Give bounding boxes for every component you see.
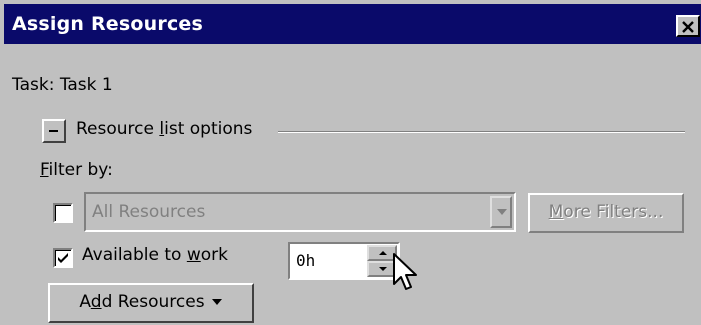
- more-filters-button[interactable]: More Filters...: [528, 193, 684, 233]
- checkmark-icon: [58, 253, 68, 263]
- filter-by-label: Filter by:: [40, 160, 113, 180]
- filter-combo[interactable]: All Resources: [84, 192, 516, 232]
- title-bar[interactable]: Assign Resources: [4, 4, 701, 44]
- assign-resources-dialog: Assign Resources Task: Task 1 Resource l…: [0, 0, 701, 325]
- arrow-down-icon: [379, 267, 387, 271]
- mouse-cursor-icon: [393, 253, 417, 290]
- available-to-work-label: Available to work: [82, 245, 228, 265]
- available-to-work-checkbox[interactable]: [53, 248, 73, 268]
- group-divider: [278, 131, 685, 133]
- minus-icon: [49, 130, 58, 132]
- available-hours-value: 0h: [296, 251, 316, 270]
- close-icon: [682, 21, 694, 33]
- triangle-down-icon: [211, 299, 222, 305]
- close-button[interactable]: [676, 15, 700, 37]
- resource-list-options-label: Resource list options: [76, 119, 253, 139]
- filter-dropdown-button[interactable]: [490, 196, 512, 228]
- resource-list-options-toggle[interactable]: [42, 119, 66, 143]
- task-label: Task: Task 1: [12, 75, 113, 95]
- arrow-up-icon: [379, 251, 387, 255]
- add-resources-button[interactable]: Add Resources: [48, 283, 254, 323]
- chevron-down-icon: [497, 209, 507, 215]
- filter-checkbox[interactable]: [53, 203, 73, 223]
- window-title: Assign Resources: [12, 13, 204, 35]
- filter-combo-value: All Resources: [92, 202, 206, 222]
- available-hours-input[interactable]: 0h: [288, 242, 400, 280]
